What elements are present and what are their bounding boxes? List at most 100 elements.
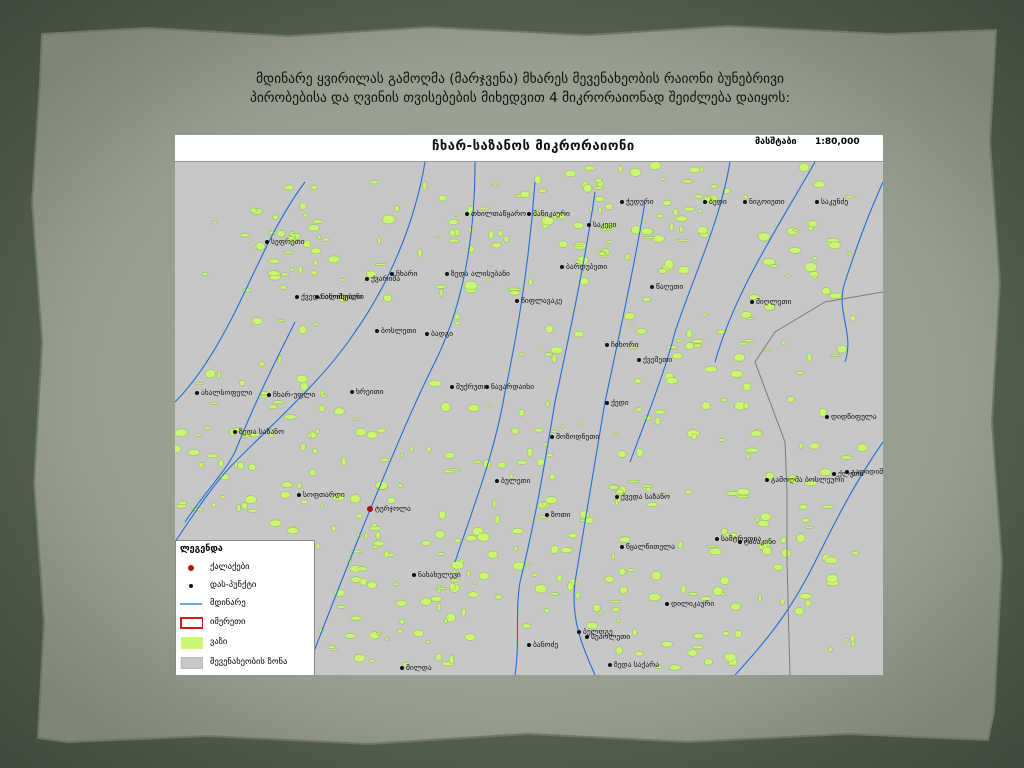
village-label: ზედა ალისუბანი bbox=[445, 269, 510, 278]
village-marker-icon bbox=[560, 265, 564, 269]
vineyard-patch bbox=[828, 646, 833, 652]
vineyard-patch bbox=[681, 179, 694, 184]
map-title: ჩხარ-საზანოს მიკრორაიონი bbox=[432, 139, 635, 154]
vineyard-patch bbox=[545, 324, 554, 334]
village-label: ნავარდაიხი bbox=[485, 382, 534, 391]
vineyard-patch bbox=[313, 259, 318, 266]
vineyard-patch bbox=[686, 329, 693, 339]
vineyard-patch bbox=[276, 318, 285, 322]
village-marker-icon bbox=[550, 435, 554, 439]
legend-item-vineyard: ვაზი bbox=[176, 634, 314, 652]
vineyard-patch bbox=[350, 550, 364, 553]
vineyard-patch bbox=[624, 253, 631, 261]
vineyard-patch bbox=[486, 278, 491, 283]
vineyard-patch bbox=[805, 525, 814, 529]
vineyard-patch bbox=[353, 418, 361, 421]
vineyard-patch bbox=[497, 461, 507, 469]
vineyard-patch bbox=[546, 453, 553, 457]
vineyard-patch bbox=[811, 256, 817, 261]
vineyard-patch bbox=[804, 262, 818, 272]
vineyard-patch bbox=[396, 599, 407, 607]
vineyard-patch bbox=[310, 185, 318, 190]
vineyard-patch bbox=[449, 229, 456, 237]
village-marker-icon bbox=[465, 212, 469, 216]
vineyard-patch bbox=[647, 502, 659, 507]
vineyard-patch bbox=[688, 592, 699, 596]
vineyard-patch bbox=[550, 346, 564, 354]
vineyard-patch bbox=[299, 202, 307, 210]
vineyard-patch bbox=[730, 602, 741, 611]
vineyard-patch bbox=[762, 258, 776, 266]
vineyard-patch bbox=[642, 236, 656, 239]
vineyard-patch bbox=[592, 186, 605, 190]
river-line bbox=[304, 162, 476, 675]
place-name: სეფრეთი bbox=[271, 237, 305, 246]
vineyard-patch bbox=[813, 180, 826, 188]
vineyard-patch bbox=[272, 400, 285, 404]
place-name: ნახახულევი bbox=[418, 570, 461, 579]
village-marker-icon bbox=[585, 635, 589, 639]
vineyard-patch bbox=[691, 645, 704, 650]
vineyard-patch bbox=[438, 195, 447, 202]
place-name: ჭედური bbox=[626, 197, 654, 206]
vineyard-patch bbox=[829, 354, 841, 357]
vineyard-patch bbox=[521, 623, 532, 629]
vineyard-patch bbox=[595, 178, 603, 183]
place-name: შუქრუთი bbox=[456, 382, 488, 391]
vineyard-patch bbox=[743, 339, 755, 343]
vineyard-patch bbox=[572, 222, 584, 229]
place-name: ჩხარი bbox=[396, 269, 418, 278]
village-marker-icon bbox=[350, 390, 354, 394]
vineyard-patch bbox=[495, 594, 503, 600]
vineyard-patch bbox=[284, 414, 297, 420]
vineyard-patch bbox=[558, 240, 569, 248]
vineyard-patch bbox=[187, 449, 201, 456]
vineyard-patch bbox=[465, 535, 478, 542]
vineyard-patch bbox=[584, 516, 595, 524]
village-marker-icon bbox=[703, 200, 707, 204]
vineyard-patch bbox=[784, 274, 792, 278]
vineyard-patch bbox=[626, 568, 636, 572]
vineyard-patch bbox=[579, 421, 584, 426]
vineyard-patch bbox=[372, 545, 378, 550]
village-label: ბარდუბეთი bbox=[560, 262, 607, 271]
vineyard-patch bbox=[280, 272, 289, 277]
vineyard-patch bbox=[454, 212, 459, 218]
village-label: ბედი bbox=[703, 197, 727, 206]
village-marker-icon bbox=[297, 493, 301, 497]
vineyard-patch bbox=[611, 553, 615, 561]
vineyard-patch bbox=[651, 571, 662, 581]
place-name: ქლეთი bbox=[838, 469, 864, 478]
place-name: წიფლავაკე bbox=[521, 296, 563, 305]
vineyard-patch bbox=[746, 454, 751, 460]
village-marker-icon bbox=[765, 478, 769, 482]
village-label: მანიკაური bbox=[527, 209, 570, 218]
vineyard-patch bbox=[720, 576, 730, 585]
vineyard-patch bbox=[374, 263, 387, 266]
vineyard-patch bbox=[604, 203, 613, 210]
vineyard-patch bbox=[677, 265, 690, 274]
place-name: შილდა bbox=[406, 663, 432, 672]
village-marker-icon bbox=[665, 602, 669, 606]
village-label: მიღლეთი bbox=[750, 297, 791, 306]
vineyard-patch bbox=[689, 166, 701, 174]
vineyard-patch bbox=[736, 488, 751, 496]
place-name: ბედი bbox=[709, 197, 727, 206]
vineyard-patch bbox=[701, 401, 711, 410]
village-marker-icon bbox=[587, 223, 591, 227]
vineyard-patch bbox=[693, 633, 705, 639]
vineyard-patch bbox=[435, 235, 440, 239]
vineyard-patch bbox=[642, 296, 651, 302]
vineyard-patch bbox=[762, 546, 772, 556]
vineyard-patch bbox=[704, 365, 718, 373]
vineyard-patch bbox=[451, 560, 464, 570]
village-marker-icon bbox=[400, 666, 404, 670]
vineyard-patch bbox=[745, 447, 759, 453]
vineyard-patch bbox=[409, 446, 414, 453]
vineyard-patch bbox=[613, 432, 618, 436]
vineyard-patch bbox=[218, 459, 224, 468]
vineyard-patch bbox=[376, 427, 387, 434]
village-label: ბულეთი bbox=[495, 476, 530, 485]
vineyard-patch bbox=[746, 317, 755, 320]
vineyard-patch bbox=[518, 409, 525, 417]
